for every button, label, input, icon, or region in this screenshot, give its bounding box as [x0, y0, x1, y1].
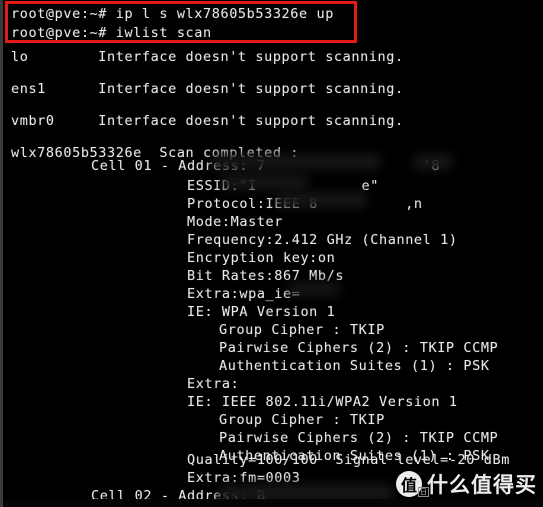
terminal-line: IE: IEEE 802.11i/WPA2 Version 1	[187, 394, 458, 410]
terminal-line: Bit Rates:867 Mb/s	[187, 268, 345, 284]
terminal-line: Group Cipher : TKIP	[219, 412, 385, 428]
watermark-badge: 日	[418, 487, 429, 497]
watermark-text: 什么值得买	[427, 473, 537, 497]
terminal-line: Group Cipher : TKIP	[219, 322, 385, 338]
bottom-edge-strip	[3, 499, 543, 507]
terminal-line: Cell 01 - Address: 7 '8	[91, 158, 441, 174]
terminal-line: Mode:Master	[187, 214, 284, 230]
terminal-line: IE: WPA Version 1	[187, 304, 336, 320]
terminal-line: Frequency:2.412 GHz (Channel 1)	[187, 232, 458, 248]
terminal-line: lo Interface doesn't support scanning.	[11, 49, 404, 65]
terminal-line: root@pve:~# ip l s wlx78605b53326e up	[11, 6, 334, 22]
terminal-line: root@pve:~# iwlist scan	[11, 25, 212, 41]
terminal-line: Extra:	[187, 376, 240, 392]
terminal-line: Protocol:IEEE 8 ,n	[187, 196, 423, 212]
terminal-line: Pairwise Ciphers (2) : TKIP CCMP	[219, 340, 499, 356]
terminal-line: vmbr0 Interface doesn't support scanning…	[11, 113, 404, 129]
terminal-line: Quality=100/100 Signal level=-20 dBm	[187, 452, 510, 468]
terminal-line: Extra:wpa_ie=	[187, 286, 301, 302]
watermark: 值 日 什么值得买	[396, 469, 537, 499]
terminal-line: Encryption key:on	[187, 250, 336, 266]
terminal-line: ESSID:"I e"	[187, 178, 380, 194]
terminal-line: Authentication Suites (1) : PSK	[219, 358, 490, 374]
terminal-line: ens1 Interface doesn't support scanning.	[11, 81, 404, 97]
terminal-line: Pairwise Ciphers (2) : TKIP CCMP	[219, 430, 499, 446]
terminal-window: root@pve:~# ip l s wlx78605b53326e up roo…	[0, 0, 543, 507]
terminal-line: Extra:fm=0003	[187, 470, 301, 486]
